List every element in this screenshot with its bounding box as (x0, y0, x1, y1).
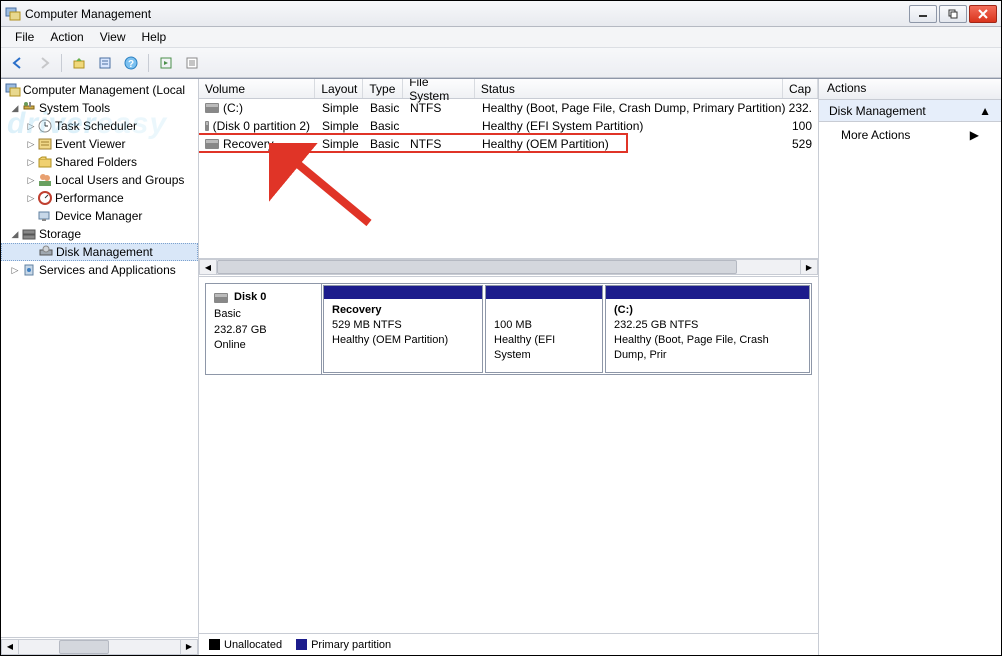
back-button[interactable] (7, 52, 29, 74)
col-layout[interactable]: Layout (315, 79, 363, 98)
col-cap[interactable]: Cap (783, 79, 818, 98)
main-panel: Volume Layout Type File System Status Ca… (199, 79, 819, 655)
scroll-right-button[interactable]: ▶ (800, 259, 818, 275)
minimize-button[interactable] (909, 5, 937, 23)
collapse-icon[interactable]: ◢ (9, 229, 21, 240)
scroll-right-button[interactable]: ▶ (180, 639, 198, 655)
tree-event[interactable]: ▷ Event Viewer (1, 135, 198, 153)
tree-perf-label: Performance (55, 191, 124, 205)
expand-icon[interactable]: ▷ (9, 265, 21, 276)
actions-diskmgmt[interactable]: Disk Management ▲ (819, 100, 1001, 122)
legend: Unallocated Primary partition (199, 633, 818, 655)
scroll-left-button[interactable]: ◀ (1, 639, 19, 655)
content-area: drivereasy Computer Management (Local ◢ … (1, 78, 1001, 655)
disk-info: Disk 0 Basic 232.87 GB Online (206, 284, 322, 374)
col-status[interactable]: Status (475, 79, 783, 98)
refresh-button[interactable] (155, 52, 177, 74)
up-button[interactable] (68, 52, 90, 74)
tree-panel: drivereasy Computer Management (Local ◢ … (1, 79, 199, 655)
disk-row[interactable]: Disk 0 Basic 232.87 GB Online Recovery 5… (205, 283, 812, 375)
menubar: File Action View Help (1, 27, 1001, 48)
help-button[interactable]: ? (120, 52, 142, 74)
menu-action[interactable]: Action (42, 28, 91, 46)
expand-icon[interactable]: ▷ (25, 157, 37, 168)
menu-file[interactable]: File (7, 28, 42, 46)
expand-icon[interactable]: ▷ (25, 121, 37, 132)
menu-help[interactable]: Help (134, 28, 175, 46)
expand-icon[interactable]: ▷ (25, 175, 37, 186)
volume-icon (205, 121, 209, 131)
app-window: Computer Management File Action View Hel… (0, 0, 1002, 656)
expand-icon[interactable]: ▷ (25, 139, 37, 150)
volume-icon (205, 139, 219, 149)
properties-button[interactable] (94, 52, 116, 74)
tree[interactable]: Computer Management (Local ◢ System Tool… (1, 79, 198, 637)
volume-list: Volume Layout Type File System Status Ca… (199, 79, 818, 277)
tree-root[interactable]: Computer Management (Local (1, 81, 198, 99)
actions-more[interactable]: More Actions ▶ (819, 122, 1001, 148)
arrow-annotation (269, 143, 389, 233)
app-icon (5, 6, 21, 22)
menu-view[interactable]: View (92, 28, 134, 46)
tree-root-label: Computer Management (Local (23, 83, 185, 97)
tree-diskmgmt-label: Disk Management (56, 245, 153, 259)
tree-devmgr-label: Device Manager (55, 209, 142, 223)
collapse-icon: ▲ (979, 104, 991, 118)
tree-event-label: Event Viewer (55, 137, 125, 151)
col-fs[interactable]: File System (403, 79, 475, 98)
tree-storage-label: Storage (39, 227, 81, 241)
scroll-left-button[interactable]: ◀ (199, 259, 217, 275)
scroll-thumb[interactable] (59, 640, 109, 654)
toolbar: ? (1, 48, 1001, 78)
tree-users-label: Local Users and Groups (55, 173, 184, 187)
window-title: Computer Management (25, 7, 909, 21)
close-button[interactable] (969, 5, 997, 23)
tree-storage[interactable]: ◢ Storage (1, 225, 198, 243)
tree-systools-label: System Tools (39, 101, 110, 115)
actions-header: Actions (819, 79, 1001, 100)
col-volume[interactable]: Volume (199, 79, 315, 98)
tree-shared[interactable]: ▷ Shared Folders (1, 153, 198, 171)
tree-diskmgmt[interactable]: Disk Management (1, 243, 198, 261)
disk-icon (214, 293, 228, 303)
tree-task-label: Task Scheduler (55, 119, 137, 133)
tree-hscroll[interactable]: ◀ ▶ (1, 637, 198, 655)
tree-users[interactable]: ▷ Local Users and Groups (1, 171, 198, 189)
svg-text:?: ? (128, 59, 134, 70)
col-type[interactable]: Type (363, 79, 403, 98)
collapse-icon[interactable]: ◢ (9, 103, 21, 114)
titlebar: Computer Management (1, 1, 1001, 27)
partition[interactable]: (C:) 232.25 GB NTFS Healthy (Boot, Page … (605, 285, 810, 373)
actions-panel: Actions Disk Management ▲ More Actions ▶ (819, 79, 1001, 655)
volume-hscroll[interactable]: ◀ ▶ (199, 258, 818, 276)
partition[interactable]: Recovery 529 MB NTFS Healthy (OEM Partit… (323, 285, 483, 373)
forward-button[interactable] (33, 52, 55, 74)
volume-icon (205, 103, 219, 113)
scroll-track[interactable] (19, 639, 180, 655)
chevron-right-icon: ▶ (970, 128, 979, 142)
scroll-track[interactable] (217, 259, 800, 275)
tree-task[interactable]: ▷ Task Scheduler (1, 117, 198, 135)
volume-row[interactable]: (C:) Simple Basic NTFS Healthy (Boot, Pa… (199, 99, 818, 117)
tree-systools[interactable]: ◢ System Tools (1, 99, 198, 117)
list-button[interactable] (181, 52, 203, 74)
tree-perf[interactable]: ▷ Performance (1, 189, 198, 207)
expand-icon[interactable]: ▷ (25, 193, 37, 204)
scroll-thumb[interactable] (217, 260, 737, 274)
volume-header: Volume Layout Type File System Status Ca… (199, 79, 818, 99)
tree-services[interactable]: ▷ Services and Applications (1, 261, 198, 279)
volume-row[interactable]: (Disk 0 partition 2) Simple Basic Health… (199, 117, 818, 135)
tree-services-label: Services and Applications (39, 263, 176, 277)
volume-row[interactable]: Recovery Simple Basic NTFS Healthy (OEM … (199, 135, 818, 153)
partition[interactable]: 100 MB Healthy (EFI System (485, 285, 603, 373)
tree-devmgr[interactable]: Device Manager (1, 207, 198, 225)
unallocated-swatch (209, 639, 220, 650)
primary-swatch (296, 639, 307, 650)
volume-rows: (C:) Simple Basic NTFS Healthy (Boot, Pa… (199, 99, 818, 258)
maximize-button[interactable] (939, 5, 967, 23)
tree-shared-label: Shared Folders (55, 155, 137, 169)
disk-graphic-area: Disk 0 Basic 232.87 GB Online Recovery 5… (199, 277, 818, 633)
